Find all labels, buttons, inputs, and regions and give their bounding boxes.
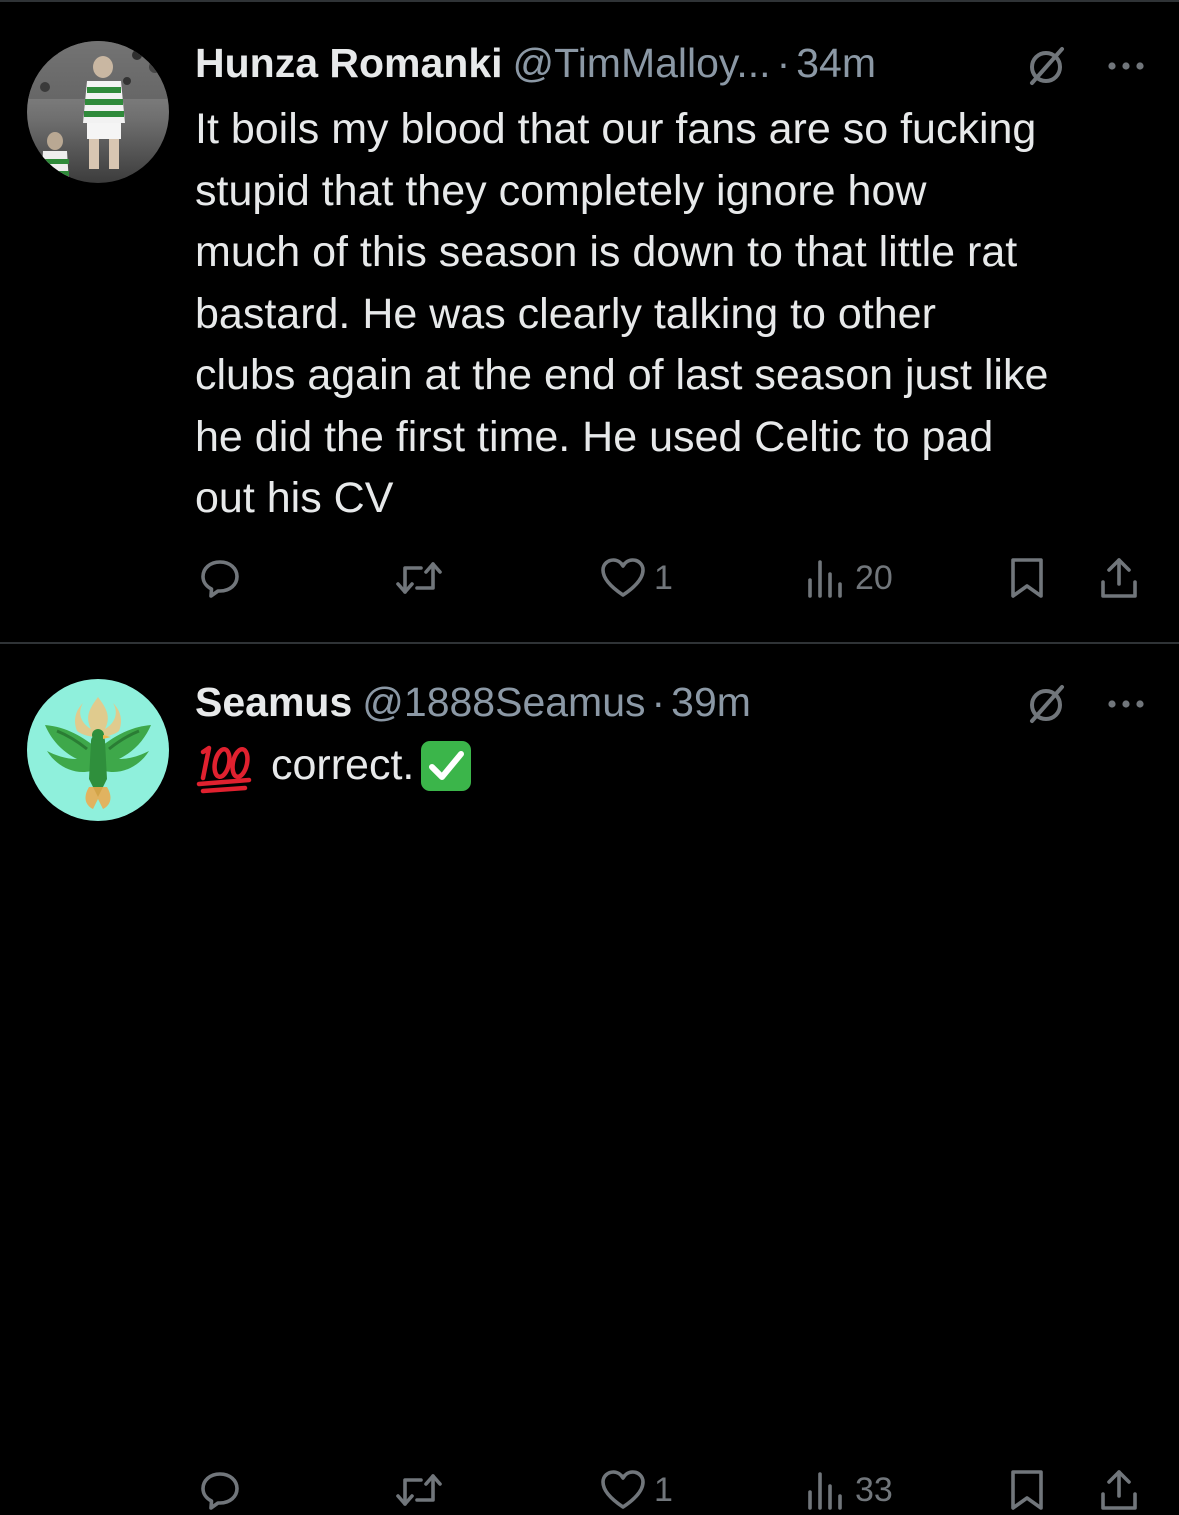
grok-icon[interactable] [1024, 682, 1068, 726]
author-name[interactable]: Seamus [195, 677, 352, 727]
like-count: 1 [654, 559, 673, 597]
reply-icon [201, 1472, 239, 1510]
tweet-text-line: out his CV [195, 474, 394, 522]
avatar[interactable] [27, 41, 169, 183]
like-button[interactable]: 1 [600, 553, 673, 603]
more-options-icon[interactable] [1104, 694, 1148, 714]
reply-icon [201, 560, 239, 598]
tweet-text: It boils my blood that our fans are so f… [195, 99, 1155, 530]
tweet-actions: 1 33 [0, 1465, 1179, 1515]
share-button[interactable] [1098, 1465, 1140, 1515]
retweet-icon [396, 562, 442, 594]
reply-button[interactable] [198, 1465, 250, 1515]
tweet-text-line: he did the first time. He used Celtic to… [195, 412, 994, 461]
separator-dot: · [651, 679, 666, 725]
tweet-header: Seamus @1888Seamus · 39m [195, 677, 751, 727]
views-count: 33 [855, 1471, 893, 1509]
tweet-text-content: correct. [271, 741, 415, 790]
share-icon [1101, 1470, 1137, 1510]
check-mark-emoji-icon [420, 740, 472, 792]
tweet-text-line: much of this season is down to that litt… [195, 228, 1018, 276]
share-button[interactable] [1098, 553, 1140, 603]
author-handle[interactable]: @TimMalloy... [513, 38, 771, 88]
separator-dot: · [776, 40, 791, 86]
retweet-icon [396, 1474, 442, 1506]
heart-icon [601, 1470, 645, 1509]
tweet-text-line: clubs again at the end of last season ju… [195, 351, 1049, 399]
views-button[interactable]: 20 [805, 553, 893, 603]
footballer-photo-avatar-icon [27, 41, 169, 183]
author-name[interactable]: Hunza Romanki [195, 38, 503, 88]
like-button[interactable]: 1 [600, 1465, 673, 1515]
hundred-points-emoji-icon [195, 736, 253, 796]
heart-icon [601, 558, 645, 597]
tweet-text-line: bastard. He was clearly talking to other [195, 289, 936, 338]
like-count: 1 [654, 1471, 673, 1509]
retweet-button[interactable] [395, 1465, 451, 1515]
bookmark-button[interactable] [1008, 553, 1046, 603]
tweet-text-line: It boils my blood that our fans are so f… [195, 105, 1037, 153]
grok-icon[interactable] [1024, 44, 1068, 88]
tweet-time[interactable]: 39m [671, 677, 751, 727]
share-icon [1101, 558, 1137, 598]
avatar[interactable] [27, 679, 169, 821]
more-options-icon[interactable] [1104, 56, 1148, 76]
views-icon [808, 560, 842, 598]
tweet[interactable]: Seamus @1888Seamus · 39m correct. 1 33 [0, 644, 1179, 1510]
tweet-header: Hunza Romanki @TimMalloy... · 34m [195, 38, 876, 88]
bookmark-icon [1011, 558, 1043, 598]
views-count: 20 [855, 559, 893, 597]
tweet-time[interactable]: 34m [796, 38, 876, 88]
reply-button[interactable] [198, 553, 250, 603]
retweet-button[interactable] [395, 553, 451, 603]
views-icon [808, 1472, 842, 1510]
green-phoenix-avatar-icon [27, 679, 169, 821]
bookmark-icon [1011, 1470, 1043, 1510]
tweet[interactable]: Hunza Romanki @TimMalloy... · 34m It boi… [0, 0, 1179, 642]
tweet-actions: 1 20 [0, 553, 1179, 603]
views-button[interactable]: 33 [805, 1465, 893, 1515]
bookmark-button[interactable] [1008, 1465, 1046, 1515]
author-handle[interactable]: @1888Seamus [362, 677, 645, 727]
tweet-text: correct. [195, 736, 1155, 796]
tweet-text-line: stupid that they completely ignore how [195, 166, 927, 215]
